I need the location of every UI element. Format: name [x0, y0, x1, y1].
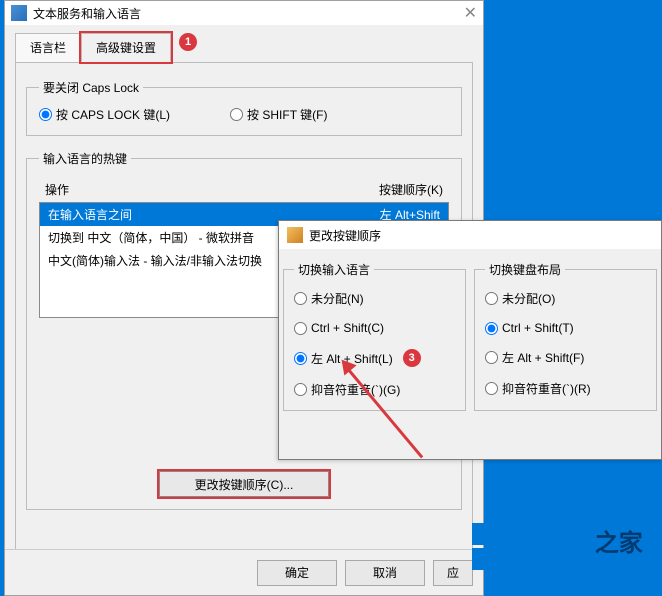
col-keys: 按键顺序(K)	[379, 181, 443, 198]
radio-layout-alt-shift[interactable]: 左 Alt + Shift(F)	[485, 349, 646, 366]
radio-layout-grave[interactable]: 抑音符重音(`)(R)	[485, 380, 646, 397]
change-sequence-button[interactable]: 更改按键顺序(C)...	[159, 471, 329, 497]
close-icon[interactable]: ✕	[464, 3, 477, 23]
radio-shift-input[interactable]	[230, 108, 243, 121]
radio-caps-lock[interactable]: 按 CAPS LOCK 键(L)	[39, 106, 170, 123]
radio-lang-ctrl-shift[interactable]: Ctrl + Shift(C)	[294, 321, 455, 335]
watermark: Win10之家 www.win10xitong.com	[472, 523, 654, 570]
switch-input-language-group: 切换输入语言 未分配(N) Ctrl + Shift(C) 左 Alt + Sh…	[283, 261, 466, 411]
watermark-brand: Win10之家	[527, 523, 654, 558]
dialog-title: 文本服务和输入语言	[33, 5, 141, 22]
windows-logo-icon	[472, 523, 519, 570]
seq-title-text: 更改按键顺序	[309, 227, 381, 244]
radio-caps-lock-input[interactable]	[39, 108, 52, 121]
col-action: 操作	[45, 181, 379, 198]
lang-legend: 切换输入语言	[294, 261, 374, 278]
keyboard-icon	[287, 227, 303, 243]
cancel-button[interactable]: 取消	[345, 560, 425, 586]
app-icon	[11, 5, 27, 21]
watermark-url: www.win10xitong.com	[527, 558, 654, 570]
titlebar: 文本服务和输入语言 ✕	[5, 1, 483, 25]
apply-button[interactable]: 应	[433, 560, 473, 586]
radio-shift[interactable]: 按 SHIFT 键(F)	[230, 106, 327, 123]
tab-strip: 语言栏 高级键设置 1	[15, 33, 483, 62]
tab-advanced-key[interactable]: 高级键设置	[81, 33, 171, 62]
tab-language-bar[interactable]: 语言栏	[15, 33, 81, 62]
dialog-button-bar: 确定 取消 应	[5, 549, 483, 595]
radio-lang-grave[interactable]: 抑音符重音(`)(G)	[294, 381, 455, 398]
change-sequence-dialog: 更改按键顺序 切换输入语言 未分配(N) Ctrl + Shift(C) 左 A…	[278, 220, 662, 460]
badge-3: 3	[403, 349, 421, 367]
hotkey-header: 操作 按键顺序(K)	[39, 177, 449, 202]
radio-lang-unassigned[interactable]: 未分配(N)	[294, 290, 455, 307]
radio-layout-ctrl-shift[interactable]: Ctrl + Shift(T)	[485, 321, 646, 335]
layout-legend: 切换键盘布局	[485, 261, 565, 278]
switch-keyboard-layout-group: 切换键盘布局 未分配(O) Ctrl + Shift(T) 左 Alt + Sh…	[474, 261, 657, 411]
capslock-legend: 要关闭 Caps Lock	[39, 79, 143, 96]
seq-titlebar: 更改按键顺序	[279, 221, 661, 249]
hotkey-legend: 输入语言的热键	[39, 150, 131, 167]
ok-button[interactable]: 确定	[257, 560, 337, 586]
badge-1: 1	[179, 33, 197, 51]
radio-layout-unassigned[interactable]: 未分配(O)	[485, 290, 646, 307]
radio-lang-alt-shift[interactable]: 左 Alt + Shift(L)3	[294, 349, 455, 367]
capslock-group: 要关闭 Caps Lock 按 CAPS LOCK 键(L) 按 SHIFT 键…	[26, 79, 462, 136]
